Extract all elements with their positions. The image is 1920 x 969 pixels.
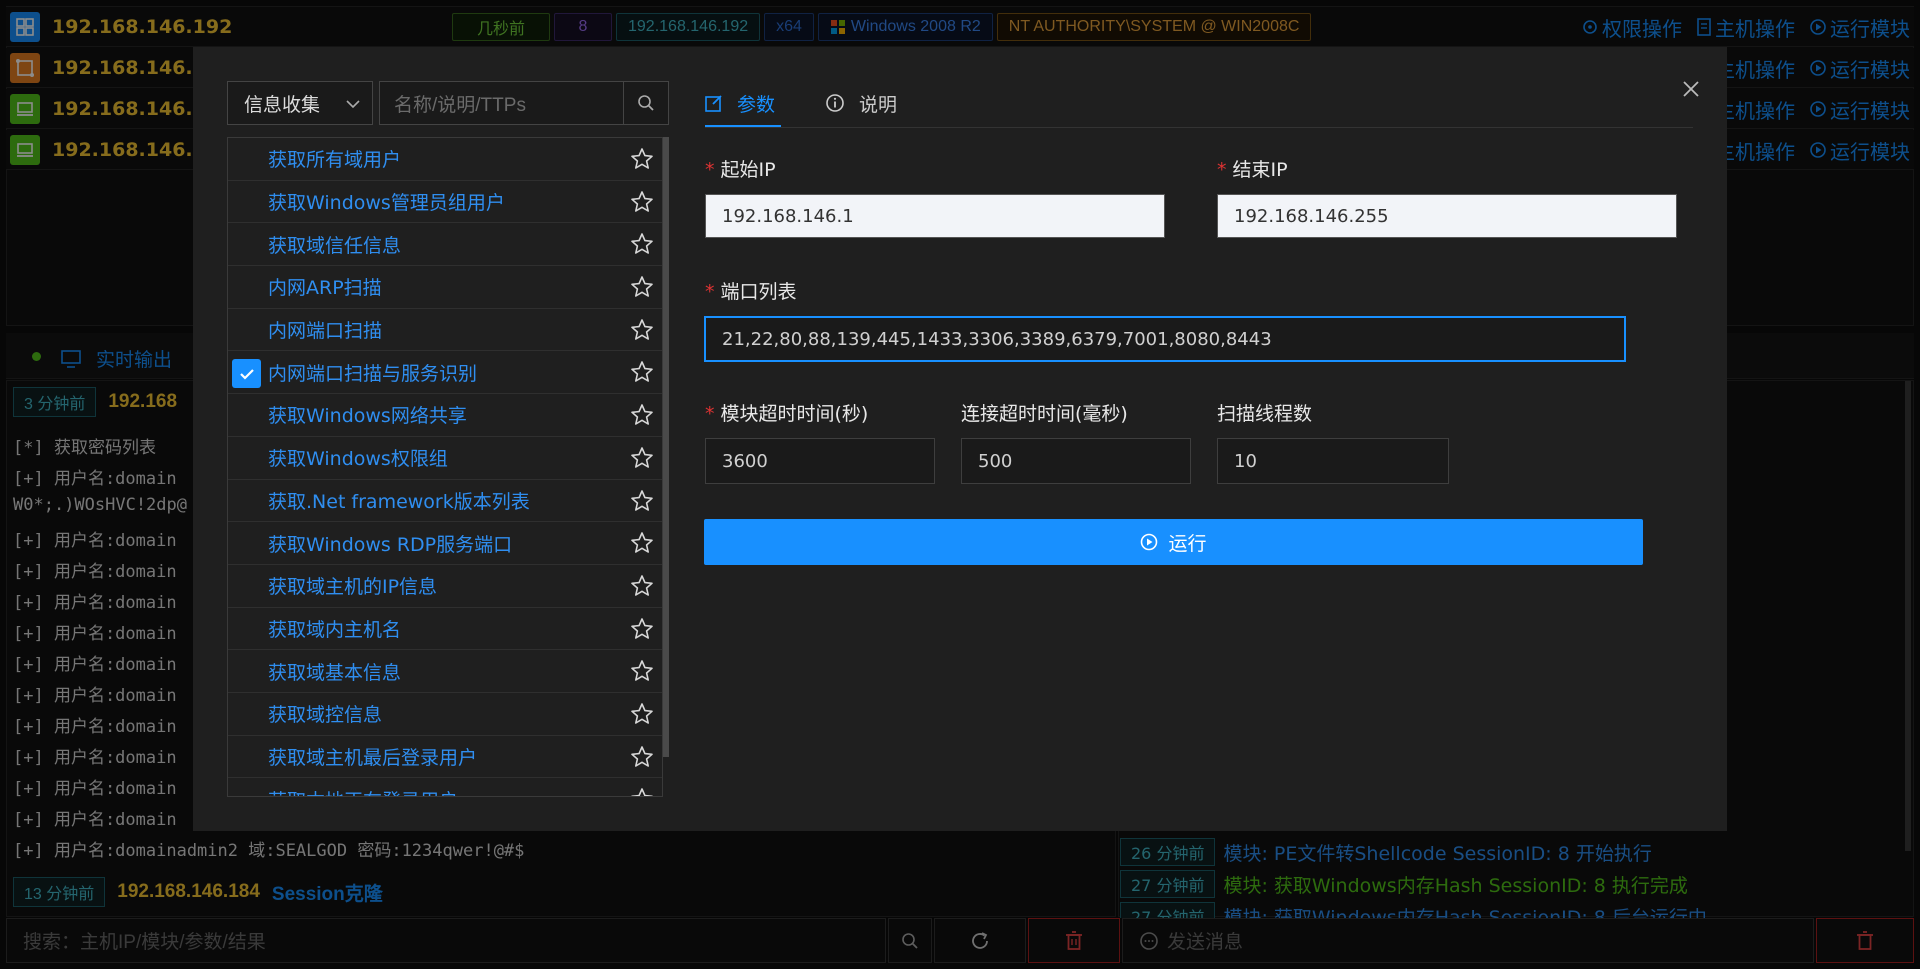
module-list-item[interactable]: 内网ARP扫描 xyxy=(228,266,662,309)
category-select[interactable]: 信息收集 xyxy=(227,81,373,125)
module-list-item[interactable]: 获取本地正在登录用户 xyxy=(228,778,662,796)
ports-input[interactable]: 21,22,80,88,139,445,1433,3306,3389,6379,… xyxy=(704,316,1626,362)
module-timeout-input[interactable]: 3600 xyxy=(705,438,935,484)
star-icon[interactable] xyxy=(630,446,654,470)
module-name: 获取Windows权限组 xyxy=(268,448,448,471)
module-list-item[interactable]: 获取域主机的IP信息 xyxy=(228,565,662,608)
star-icon[interactable] xyxy=(630,403,654,427)
tab-underline xyxy=(705,127,1693,128)
module-name: 内网ARP扫描 xyxy=(268,277,382,300)
star-icon[interactable] xyxy=(630,787,654,796)
conn-timeout-input[interactable]: 500 xyxy=(961,438,1191,484)
star-icon[interactable] xyxy=(630,318,654,342)
module-name: 内网端口扫描 xyxy=(268,320,383,343)
module-search-placeholder: 名称/说明/TTPs xyxy=(394,94,526,116)
search-icon xyxy=(638,95,654,111)
run-module-dialog: 信息收集 名称/说明/TTPs 获取所有域用户 获取Windows管理员组用户 获取… xyxy=(193,47,1727,831)
module-name: 获取域基本信息 xyxy=(268,661,402,684)
module-list-item[interactable]: 获取域主机最后登录用户 xyxy=(228,736,662,779)
module-list-scrollbar[interactable] xyxy=(663,137,669,757)
module-timeout-label: * 模块超时时间(秒) xyxy=(705,403,869,425)
module-search-input[interactable]: 名称/说明/TTPs xyxy=(379,81,625,125)
run-button-label: 运行 xyxy=(1168,533,1207,555)
run-button[interactable]: 运行 xyxy=(704,519,1643,565)
star-icon[interactable] xyxy=(630,232,654,256)
star-icon[interactable] xyxy=(630,190,654,214)
star-icon[interactable] xyxy=(630,745,654,769)
module-name: 获取域控信息 xyxy=(268,704,383,727)
module-list-item[interactable]: 获取.Net framework版本列表 xyxy=(228,480,662,523)
module-list-item[interactable]: 获取域内主机名 xyxy=(228,608,662,651)
check-icon xyxy=(232,359,261,389)
info-icon xyxy=(826,94,844,112)
module-name: 获取本地正在登录用户 xyxy=(268,786,458,796)
module-name: 获取域内主机名 xyxy=(268,618,402,641)
start-ip-input[interactable]: 192.168.146.1 xyxy=(705,194,1165,238)
conn-timeout-label: 连接超时时间(毫秒) xyxy=(961,403,1128,425)
module-name: 获取域主机最后登录用户 xyxy=(268,746,478,769)
star-icon[interactable] xyxy=(630,147,654,171)
module-name: 获取域主机的IP信息 xyxy=(268,576,438,599)
module-name: 内网端口扫描与服务识别 xyxy=(268,362,478,385)
end-ip-label: * 结束IP xyxy=(1217,159,1288,181)
module-name: 获取域信任信息 xyxy=(268,234,402,257)
play-circle-icon xyxy=(1141,533,1158,551)
star-icon[interactable] xyxy=(630,617,654,641)
star-icon[interactable] xyxy=(630,659,654,683)
module-list: 获取所有域用户 获取Windows管理员组用户 获取域信任信息 内网ARP扫描 内网端口… xyxy=(227,137,663,797)
tab-desc[interactable]: 说明 xyxy=(825,81,897,125)
module-list-item[interactable]: 获取Windows RDP服务端口 xyxy=(228,522,662,565)
edit-icon xyxy=(705,95,722,112)
module-list-item[interactable]: 获取Windows权限组 xyxy=(228,437,662,480)
star-icon[interactable] xyxy=(630,702,654,726)
module-list-item[interactable]: 获取域信任信息 xyxy=(228,223,662,267)
ports-label: * 端口列表 xyxy=(705,281,797,303)
module-list-item[interactable]: 获取域基本信息 xyxy=(228,650,662,693)
module-name: 获取Windows网络共享 xyxy=(268,405,467,428)
star-icon[interactable] xyxy=(630,531,654,555)
module-name: 获取.Net framework版本列表 xyxy=(268,490,530,513)
module-name: 获取Windows RDP服务端口 xyxy=(268,533,513,556)
threads-input[interactable]: 10 xyxy=(1217,438,1449,484)
module-list-item[interactable]: 获取Windows网络共享 xyxy=(228,394,662,437)
star-icon[interactable] xyxy=(630,574,654,598)
tab-params[interactable]: 参数 xyxy=(705,81,775,125)
module-list-item[interactable]: 获取所有域用户 xyxy=(228,138,662,181)
close-button[interactable] xyxy=(1673,71,1709,107)
close-icon xyxy=(1683,81,1699,97)
end-ip-input[interactable]: 192.168.146.255 xyxy=(1217,194,1677,238)
star-icon[interactable] xyxy=(630,275,654,299)
star-icon[interactable] xyxy=(630,489,654,513)
tab-params-label: 参数 xyxy=(737,94,776,116)
category-value: 信息收集 xyxy=(244,94,321,116)
module-list-item[interactable]: 内网端口扫描 xyxy=(228,309,662,352)
module-list-item[interactable]: 内网端口扫描与服务识别 xyxy=(228,351,662,395)
module-search-button[interactable] xyxy=(623,81,669,125)
tab-desc-label: 说明 xyxy=(859,94,898,116)
threads-label: 扫描线程数 xyxy=(1217,403,1313,425)
chevron-down-icon xyxy=(346,100,360,109)
module-name: 获取Windows管理员组用户 xyxy=(268,192,505,215)
module-list-item[interactable]: 获取域控信息 xyxy=(228,693,662,736)
star-icon[interactable] xyxy=(630,360,654,384)
module-list-item[interactable]: 获取Windows管理员组用户 xyxy=(228,181,662,224)
module-name: 获取所有域用户 xyxy=(268,149,402,172)
start-ip-label: * 起始IP xyxy=(705,159,776,181)
